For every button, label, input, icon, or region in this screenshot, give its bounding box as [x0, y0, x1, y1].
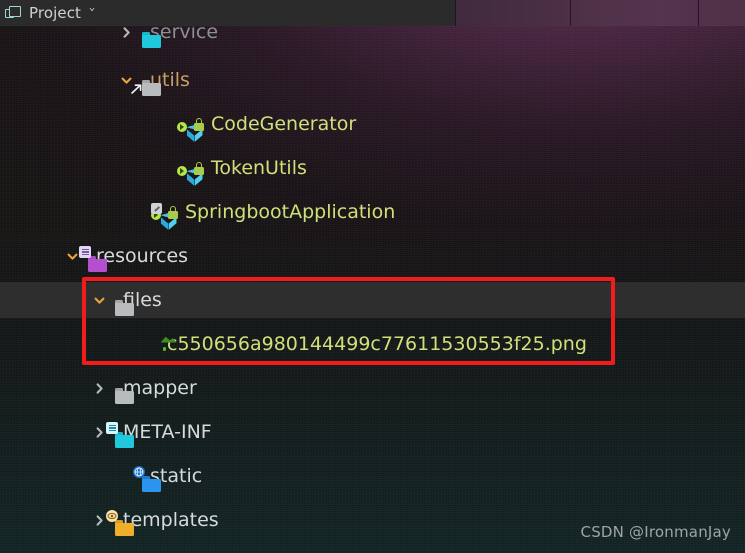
watermark-text: CSDN @IronmanJay — [580, 523, 731, 541]
tree-row-clip: TokenUtils — [0, 150, 745, 186]
tree-row-static[interactable]: static — [0, 458, 745, 494]
tree-row-label: resources — [96, 244, 189, 267]
tree-row-resources[interactable]: resources — [0, 238, 745, 274]
tab-divider — [455, 0, 456, 26]
tree-row-c550656a980144499c77611530553f25-png[interactable]: c550656a980144499c77611530553f25.png — [0, 326, 745, 362]
tab-divider — [570, 0, 571, 26]
tree-row-codegenerator[interactable]: CodeGenerator — [0, 106, 745, 142]
tree-row-clip: service — [0, 26, 745, 50]
project-header-button[interactable]: Project ˅ — [0, 0, 455, 26]
twisty-placeholder — [163, 162, 176, 175]
chevron-right-icon[interactable] — [93, 426, 106, 439]
tree-row-clip: files — [0, 282, 745, 318]
chevron-down-icon[interactable] — [93, 294, 106, 307]
tree-row-clip: META-INF — [0, 414, 745, 450]
tree-row-label: mapper — [123, 376, 197, 399]
project-tree[interactable]: service utils CodeGenerator TokenUtils Sprin… — [0, 26, 745, 553]
tool-window-header: Project ˅ — [0, 0, 745, 26]
tree-row-mapper[interactable]: mapper — [0, 370, 745, 406]
tree-row-label: templates — [123, 508, 219, 531]
tree-row-clip: static — [0, 458, 745, 494]
tree-row-label: CodeGenerator — [211, 112, 357, 135]
tree-row-label: META-INF — [123, 420, 212, 443]
tree-row-utils[interactable]: utils — [0, 62, 745, 98]
tree-row-tokenutils[interactable]: TokenUtils — [0, 150, 745, 186]
chevron-down-icon[interactable] — [66, 250, 79, 263]
chevron-right-icon[interactable] — [93, 382, 106, 395]
tree-row-clip: resources — [0, 238, 745, 274]
twisty-placeholder — [163, 118, 176, 131]
lock-icon — [167, 205, 178, 219]
twisty-placeholder — [120, 470, 133, 483]
tree-row-clip: SpringbootApplication — [0, 194, 745, 230]
tree-row-clip: c550656a980144499c77611530553f25.png — [0, 326, 745, 362]
tree-row-label: SpringbootApplication — [185, 200, 396, 223]
tree-row-springbootapplication[interactable]: SpringbootApplication — [0, 194, 745, 230]
tree-row-clip: mapper — [0, 370, 745, 406]
chevron-right-icon[interactable] — [93, 514, 106, 527]
tree-row-files[interactable]: files — [0, 282, 745, 318]
tab-divider — [698, 0, 699, 26]
tree-row-label: TokenUtils — [211, 156, 307, 179]
twisty-placeholder — [137, 338, 150, 351]
tree-row-clip: utils — [0, 62, 745, 98]
project-title: Project — [29, 3, 82, 22]
tree-row-clip: CodeGenerator — [0, 106, 745, 142]
chevron-down-icon[interactable]: ˅ — [88, 8, 96, 20]
tree-row-service[interactable]: service — [0, 26, 745, 50]
editor-tab-strip — [455, 0, 745, 26]
project-window-icon — [5, 5, 22, 21]
twisty-placeholder — [137, 206, 150, 219]
chevron-right-icon[interactable] — [120, 26, 133, 39]
project-tool-window: Project ˅ service utils CodeGenerator Token… — [0, 0, 745, 553]
tree-row-label: c550656a980144499c77611530553f25.png — [167, 332, 587, 355]
lock-icon — [193, 161, 204, 175]
lock-icon — [193, 117, 204, 131]
tree-row-meta-inf[interactable]: META-INF — [0, 414, 745, 450]
